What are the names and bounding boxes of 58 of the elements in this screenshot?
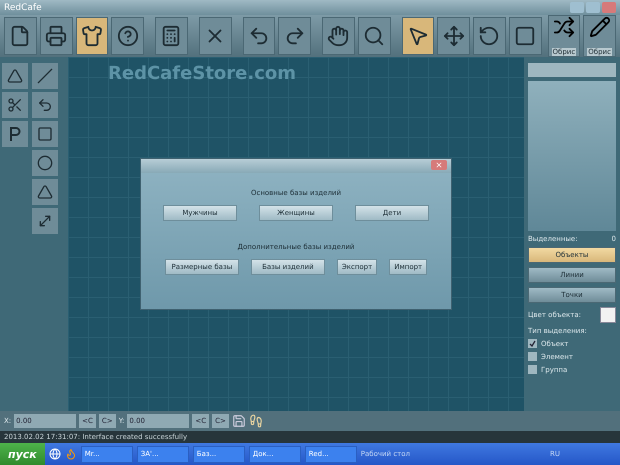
tool-icon xyxy=(7,68,23,84)
input-field[interactable] xyxy=(528,63,616,77)
tool-button[interactable] xyxy=(2,63,28,89)
tool-icon xyxy=(45,25,68,47)
tool-button[interactable] xyxy=(32,150,58,176)
tool-button[interactable] xyxy=(32,208,58,234)
toolbar-button[interactable] xyxy=(155,17,188,55)
tool-button[interactable] xyxy=(32,179,58,205)
tool-icon xyxy=(37,68,53,84)
toolbar-button[interactable] xyxy=(278,17,311,55)
tool-icon xyxy=(478,25,500,47)
tool-icon xyxy=(552,16,575,38)
toolbar-button[interactable] xyxy=(402,17,434,55)
tool-icon xyxy=(327,25,350,47)
toolbar-button[interactable] xyxy=(76,17,108,55)
flame-icon[interactable] xyxy=(64,448,77,460)
toolbar-button[interactable] xyxy=(4,17,37,55)
tool-icon xyxy=(37,155,53,171)
tool-icon xyxy=(514,25,536,47)
toolbar-button[interactable] xyxy=(198,17,232,55)
p-shape-icon xyxy=(9,126,21,142)
close-button[interactable] xyxy=(431,160,447,170)
toolbar-button[interactable] xyxy=(473,17,506,55)
checkbox[interactable] xyxy=(528,352,537,361)
canvas-brand-text: RedCafeStore.com xyxy=(108,63,296,84)
footprint-icon[interactable] xyxy=(248,414,263,428)
globe-icon[interactable] xyxy=(48,448,61,460)
tool-icon xyxy=(363,25,386,47)
tool-icon xyxy=(37,126,53,142)
toolbar-button[interactable] xyxy=(508,17,542,55)
checkbox[interactable] xyxy=(528,339,537,348)
check-icon xyxy=(529,340,536,347)
toolbar-button[interactable] xyxy=(111,17,144,55)
window-title: RedCafe xyxy=(4,2,42,12)
tool-button[interactable] xyxy=(2,92,28,118)
tool-icon xyxy=(160,25,182,47)
tool-icon xyxy=(248,25,270,47)
tool-button[interactable] xyxy=(32,63,58,89)
tool-button[interactable] xyxy=(32,92,58,118)
tool-icon xyxy=(7,97,23,113)
tool-button[interactable] xyxy=(32,121,58,147)
tool-icon xyxy=(80,25,103,47)
tool-icon xyxy=(37,213,53,229)
toolbar-button[interactable] xyxy=(242,17,276,55)
tool-icon xyxy=(37,97,53,113)
tool-icon xyxy=(442,25,465,47)
tool-icon xyxy=(37,184,53,200)
toolbar-button[interactable] xyxy=(40,17,72,55)
color-swatch[interactable] xyxy=(600,307,616,323)
start-button[interactable]: пуск xyxy=(0,443,45,465)
toolbar-button[interactable] xyxy=(437,17,470,55)
tool-button[interactable] xyxy=(2,121,28,147)
checkbox[interactable] xyxy=(528,365,537,374)
toolbar-button[interactable] xyxy=(322,17,355,55)
tool-icon xyxy=(116,25,139,47)
tool-icon xyxy=(588,16,611,38)
toolbar-button[interactable] xyxy=(358,17,390,55)
close-icon xyxy=(435,161,443,169)
